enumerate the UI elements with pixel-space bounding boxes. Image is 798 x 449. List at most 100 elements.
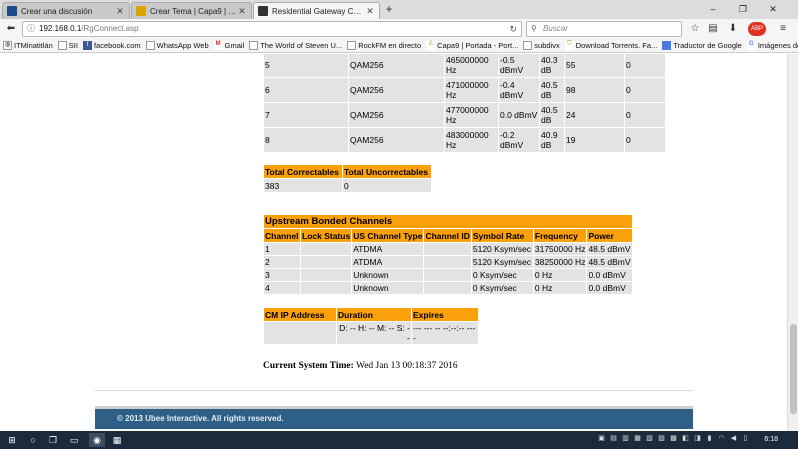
downstream-cell-correctables: 55: [565, 54, 624, 77]
upstream-row: 1 ATDMA 5120 Ksym/sec 31750000 Hz 48.5 dBmV: [264, 243, 632, 255]
upstream-cell-lock: [301, 243, 352, 255]
shield-icon: ⛉: [564, 41, 574, 50]
tray-app-icon[interactable]: ▧: [645, 434, 654, 444]
firefox-taskbar-icon[interactable]: ◉: [89, 433, 105, 447]
bookmark-capa9[interactable]: ♙ Capa9 | Portada - Port...: [426, 41, 518, 50]
app-taskbar-icon[interactable]: ▦: [110, 433, 124, 447]
bookmark-rockfm[interactable]: RockFM en directo: [347, 41, 421, 50]
tab-crear-tema[interactable]: Crear Tema | Capa9 | El Po... ✕: [131, 2, 252, 19]
tray-app-icon[interactable]: ◧: [681, 434, 690, 444]
tab-label: Residential Gateway Confi...: [272, 6, 365, 16]
bookmark-google-translate[interactable]: Traductor de Google: [662, 41, 742, 50]
wifi-icon[interactable]: ◠: [717, 434, 726, 444]
downstream-cell-snr: 40.5 dB: [540, 103, 564, 127]
address-bar[interactable]: ⓘ 192.168.0.1/RgConnect.asp ↻: [22, 21, 522, 37]
tray-app-icon[interactable]: ▣: [597, 434, 606, 444]
scrollbar-thumb[interactable]: [790, 324, 797, 414]
tray-app-icon[interactable]: ▩: [669, 434, 678, 444]
taskbar-clock[interactable]: 6:18: [764, 433, 778, 447]
file-explorer-icon[interactable]: ▭: [67, 433, 81, 447]
battery-icon[interactable]: ▮: [705, 434, 714, 444]
tray-app-icon[interactable]: ▤: [609, 434, 618, 444]
bookmark-label: subdivx: [534, 41, 560, 50]
windows-start-icon[interactable]: ⊞: [5, 433, 19, 447]
bookmark-sii[interactable]: SII: [57, 41, 78, 50]
system-tray: ▣ ▤ ▥ ▦ ▧ ▨ ▩ ◧ ◨ ▮ ◠ ◀ ▯: [597, 434, 750, 444]
menu-icon[interactable]: ≡: [776, 22, 790, 36]
bookmark-download-torrents[interactable]: ⛉ Download Torrents. Fa...: [564, 41, 657, 50]
page-icon: [347, 41, 357, 50]
notification-icon[interactable]: ▯: [741, 434, 750, 444]
bookmark-google-images[interactable]: GImágenes de Google: [746, 41, 798, 50]
task-view-icon[interactable]: ❐: [46, 433, 60, 447]
downstream-cell-snr: 40.3 dB: [540, 54, 564, 77]
system-time-label: Current System Time:: [263, 361, 354, 371]
downstream-cell-power: -0.4 dBmV: [499, 78, 539, 102]
bookmark-itminatitlan[interactable]: ◍ ITMinatitlán: [3, 41, 53, 50]
search-input[interactable]: ⚲ Buscar: [526, 21, 682, 37]
windows-taskbar: ⊞ ○ ❐ ▭ ◉ ▦ ▣ ▤ ▥ ▦ ▧ ▨ ▩ ◧ ◨ ▮ ◠ ◀ ▯ 6:…: [0, 431, 798, 449]
upstream-header-lock-status: Lock Status: [301, 229, 352, 242]
tray-app-icon[interactable]: ▦: [633, 434, 642, 444]
bookmark-whatsapp[interactable]: WhatsApp Web: [145, 41, 209, 50]
bookmark-gmail[interactable]: M Gmail: [213, 41, 244, 50]
total-correctables-header: Total Correctables: [264, 165, 342, 178]
upstream-row: 2 ATDMA 5120 Ksym/sec 38250000 Hz 48.5 dBmV: [264, 256, 632, 268]
capa9-icon: ♙: [426, 41, 436, 50]
upstream-cell-power: 0.0 dBmV: [587, 282, 632, 294]
tab-residential-gateway[interactable]: Residential Gateway Confi... ✕: [253, 2, 380, 19]
bookmark-star-icon[interactable]: ☆: [688, 22, 702, 36]
close-tab-icon[interactable]: ✕: [365, 6, 375, 17]
tray-app-icon[interactable]: ◨: [693, 434, 702, 444]
downstream-cell-uncorrectables: 0: [625, 103, 665, 127]
downstream-cell-uncorrectables: 0: [625, 54, 665, 77]
adblock-icon[interactable]: ABP: [748, 22, 766, 36]
tray-app-icon[interactable]: ▨: [657, 434, 666, 444]
page-scrollbar[interactable]: [787, 54, 798, 431]
downstream-row: 5 QAM256 465000000 Hz -0.5 dBmV 40.3 dB 55 0: [264, 54, 665, 77]
upstream-header-channel-type: US Channel Type: [352, 229, 424, 242]
globe-icon: ◍: [3, 41, 12, 50]
cortana-search-icon[interactable]: ○: [26, 433, 40, 447]
tray-app-icon[interactable]: ▥: [621, 434, 630, 444]
bookmark-subdivx[interactable]: subdivx: [523, 41, 560, 50]
upstream-cell-power: 48.5 dBmV: [587, 256, 632, 268]
gmail-icon: M: [213, 41, 223, 50]
total-uncorrectables-value: 0: [343, 179, 431, 192]
site-info-icon[interactable]: ⓘ: [27, 22, 35, 36]
new-tab-button[interactable]: +: [382, 3, 396, 17]
downstream-cell-snr: 40.5 dB: [540, 78, 564, 102]
bookmark-steven-universe[interactable]: The World of Steven U...: [249, 41, 342, 50]
upstream-cell-frequency: 38250000 Hz: [533, 256, 587, 268]
upstream-cell-channel: 3: [264, 269, 300, 281]
upstream-cell-power: 0.0 dBmV: [587, 269, 632, 281]
reload-icon[interactable]: ↻: [509, 22, 517, 36]
downstream-cell-correctables: 24: [565, 103, 624, 127]
upstream-header-symbol-rate: Symbol Rate: [471, 229, 533, 242]
upstream-cell-symbol-rate: 5120 Ksym/sec: [471, 256, 533, 268]
upstream-cell-lock: [301, 282, 352, 294]
translate-icon: [662, 41, 672, 50]
close-window-button[interactable]: ✕: [766, 2, 780, 16]
close-tab-icon[interactable]: ✕: [115, 6, 125, 17]
expires-value: --- --- -- --:--:-- ----: [412, 322, 478, 344]
site-favicon-icon: [136, 6, 146, 16]
back-arrow-icon[interactable]: ⬅: [4, 22, 18, 36]
volume-icon[interactable]: ◀: [729, 434, 738, 444]
reading-list-icon[interactable]: ▤: [706, 22, 720, 36]
downstream-cell-frequency: 465000000 Hz: [445, 54, 498, 77]
downloads-icon[interactable]: ⬇: [726, 22, 740, 36]
bookmark-facebook[interactable]: f facebook.com: [82, 41, 141, 50]
tab-crear-discusion[interactable]: Crear una discusión ✕: [2, 2, 130, 19]
upstream-cell-channel: 1: [264, 243, 300, 255]
duration-header: Duration: [337, 308, 411, 321]
total-correctables-value: 383: [264, 179, 342, 192]
maximize-button[interactable]: ❐: [736, 2, 750, 16]
bookmark-label: Capa9 | Portada - Port...: [437, 41, 519, 50]
close-tab-icon[interactable]: ✕: [237, 6, 247, 17]
current-system-time: Current System Time: Wed Jan 13 00:18:37…: [263, 361, 458, 371]
downstream-cell-uncorrectables: 0: [625, 78, 665, 102]
google-icon: G: [746, 41, 756, 50]
minimize-button[interactable]: –: [706, 2, 720, 16]
downstream-cell-channel: 8: [264, 128, 348, 152]
